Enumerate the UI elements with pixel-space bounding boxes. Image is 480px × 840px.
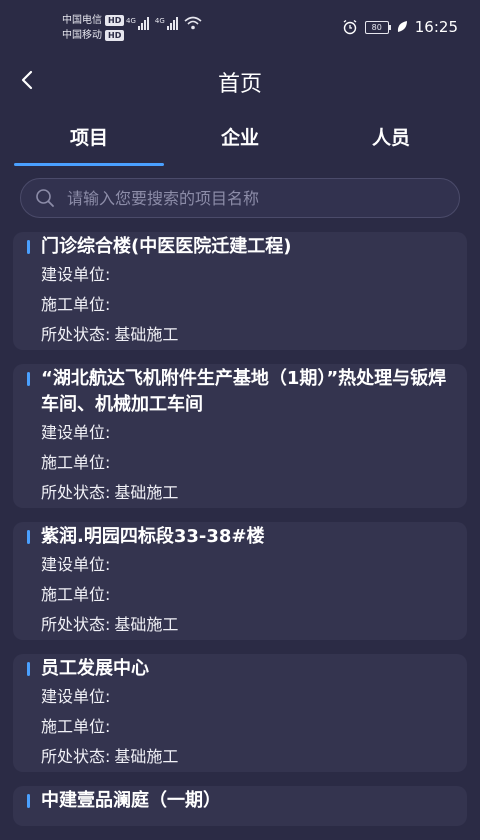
status-row: 所处状态: 基础施工 — [41, 325, 179, 344]
build-unit-row: 建设单位: — [41, 423, 111, 442]
signal-icon: 4G — [126, 17, 149, 30]
active-tab-indicator — [14, 163, 164, 166]
project-list: 门诊综合楼(中医医院迁建工程) 建设单位: 施工单位: 所处状态: 基础施工 “湖… — [13, 232, 467, 840]
signal-icon: 4G — [155, 17, 178, 30]
carrier-2: 中国移动 — [62, 30, 102, 41]
tab-companies[interactable]: 企业 — [165, 120, 315, 166]
carrier-1: 中国电信 — [62, 15, 102, 26]
clock: 16:25 — [414, 18, 458, 36]
accent-bar — [27, 530, 30, 544]
wifi-icon — [184, 16, 202, 30]
project-name: 紫润.明园四标段33-38#楼 — [27, 522, 453, 550]
status-row: 所处状态: 基础施工 — [41, 747, 179, 766]
search-box[interactable] — [20, 178, 460, 218]
hd-badge: HD — [105, 15, 125, 26]
accent-bar — [27, 662, 30, 676]
project-name: 中建壹品澜庭（一期） — [27, 786, 453, 814]
build-unit-row: 建设单位: — [41, 555, 111, 574]
search-icon — [36, 189, 54, 207]
project-name: 员工发展中心 — [27, 654, 453, 682]
status-right: 80 16:25 — [342, 18, 458, 36]
build-unit-row: 建设单位: — [41, 265, 111, 284]
nav-bar: 首页 — [0, 58, 480, 104]
accent-bar — [27, 372, 30, 386]
battery-icon: 80 — [364, 20, 391, 34]
page-title: 首页 — [217, 72, 262, 97]
carrier-info: 中国电信 HD 中国移动 HD — [62, 13, 125, 43]
leaf-icon — [397, 21, 407, 32]
search-input[interactable] — [65, 187, 459, 209]
project-card[interactable]: 中建壹品澜庭（一期） — [13, 786, 467, 826]
status-bar: 中国电信 HD 中国移动 HD 4G 4G 80 16:25 — [0, 0, 480, 56]
tab-personnel[interactable]: 人员 — [316, 120, 466, 166]
construct-unit-row: 施工单位: — [41, 585, 111, 604]
construct-unit-row: 施工单位: — [41, 295, 111, 314]
accent-bar — [27, 240, 30, 254]
project-card[interactable]: 门诊综合楼(中医医院迁建工程) 建设单位: 施工单位: 所处状态: 基础施工 — [13, 232, 467, 350]
build-unit-row: 建设单位: — [41, 687, 111, 706]
status-row: 所处状态: 基础施工 — [41, 615, 179, 634]
project-name: 门诊综合楼(中医医院迁建工程) — [27, 232, 453, 260]
tab-bar: 项目 企业 人员 — [0, 120, 480, 166]
project-card[interactable]: 紫润.明园四标段33-38#楼 建设单位: 施工单位: 所处状态: 基础施工 — [13, 522, 467, 640]
construct-unit-row: 施工单位: — [41, 717, 111, 736]
accent-bar — [27, 794, 30, 808]
tab-projects[interactable]: 项目 — [14, 120, 164, 166]
alarm-icon — [343, 19, 357, 35]
project-card[interactable]: 员工发展中心 建设单位: 施工单位: 所处状态: 基础施工 — [13, 654, 467, 772]
project-name: “湖北航达飞机附件生产基地（1期）”热处理与钣焊车间、机械加工车间 — [27, 364, 453, 418]
construct-unit-row: 施工单位: — [41, 453, 111, 472]
status-row: 所处状态: 基础施工 — [41, 483, 179, 502]
signal-indicators: 4G 4G — [126, 16, 202, 30]
hd-badge: HD — [105, 30, 125, 41]
project-card[interactable]: “湖北航达飞机附件生产基地（1期）”热处理与钣焊车间、机械加工车间 建设单位: … — [13, 364, 467, 508]
